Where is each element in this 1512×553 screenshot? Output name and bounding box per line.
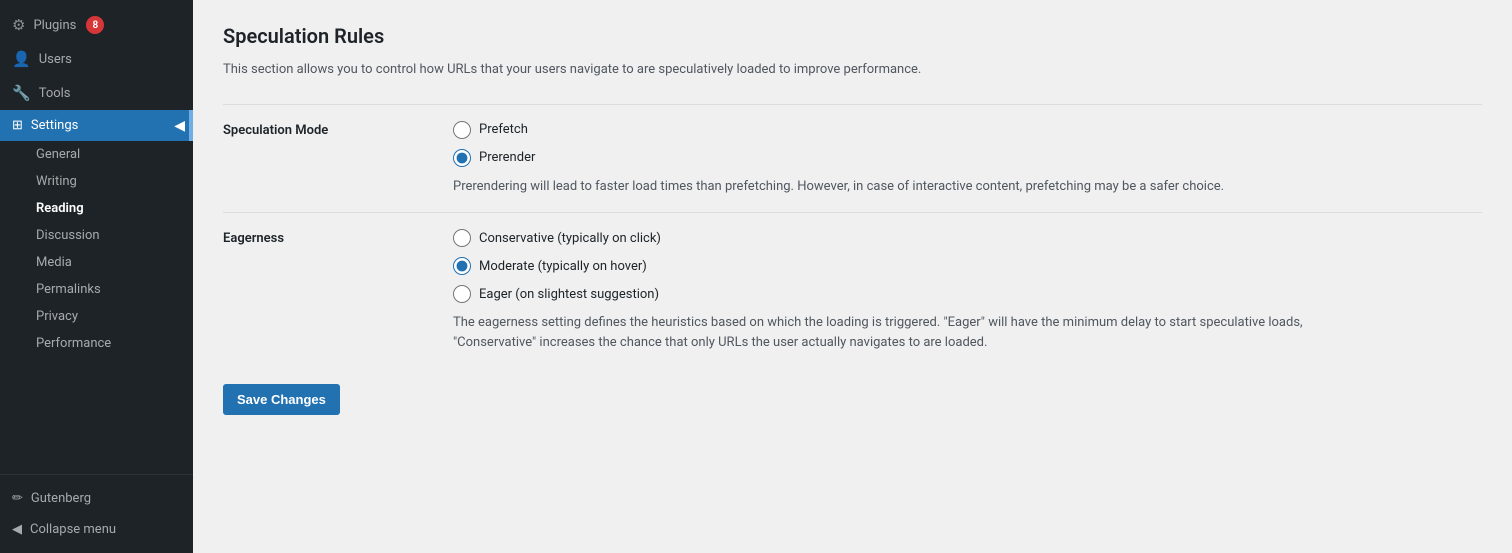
plugins-icon xyxy=(12,16,25,34)
sidebar-item-general[interactable]: General xyxy=(0,141,193,168)
moderate-label: Moderate (typically on hover) xyxy=(479,259,647,274)
sidebar-item-settings-label: Settings xyxy=(31,118,78,133)
plugins-badge: 8 xyxy=(86,16,104,34)
sidebar-item-writing[interactable]: Writing xyxy=(0,168,193,195)
prerender-radio[interactable] xyxy=(453,149,471,167)
eagerness-help: The eagerness setting defines the heuris… xyxy=(453,313,1353,352)
sidebar-bottom: Gutenberg Collapse menu xyxy=(0,474,193,553)
sidebar-item-tools-label: Tools xyxy=(39,86,71,101)
main-content: Speculation Rules This section allows yo… xyxy=(193,0,1512,553)
users-icon xyxy=(12,50,31,68)
sidebar-item-permalinks[interactable]: Permalinks xyxy=(0,276,193,303)
sidebar-item-reading[interactable]: Reading xyxy=(0,195,193,222)
speculation-mode-row: Speculation Mode Prefetch Prerender Prer… xyxy=(223,104,1482,213)
sidebar-item-gutenberg[interactable]: Gutenberg xyxy=(0,483,193,514)
moderate-option[interactable]: Moderate (typically on hover) xyxy=(453,257,1482,275)
eagerness-label: Eagerness xyxy=(223,229,453,246)
speculation-mode-help: Prerendering will lead to faster load ti… xyxy=(453,177,1353,197)
gutenberg-icon xyxy=(12,491,23,506)
conservative-radio[interactable] xyxy=(453,229,471,247)
sidebar-item-performance[interactable]: Performance xyxy=(0,330,193,357)
sidebar-item-plugins-label: Plugins xyxy=(33,18,76,33)
prerender-option[interactable]: Prerender xyxy=(453,149,1482,167)
sidebar-item-collapse[interactable]: Collapse menu xyxy=(0,514,193,545)
prerender-label: Prerender xyxy=(479,150,535,165)
eager-option[interactable]: Eager (on slightest suggestion) xyxy=(453,285,1482,303)
sidebar-item-users[interactable]: Users xyxy=(0,42,193,76)
sidebar: Plugins 8 Users Tools Settings ◀ General… xyxy=(0,0,193,553)
sidebar-top-menu: Plugins 8 Users Tools Settings ◀ General… xyxy=(0,0,193,357)
conservative-option[interactable]: Conservative (typically on click) xyxy=(453,229,1482,247)
sidebar-item-privacy[interactable]: Privacy xyxy=(0,303,193,330)
sidebar-item-media[interactable]: Media xyxy=(0,249,193,276)
sidebar-item-settings[interactable]: Settings ◀ xyxy=(0,110,193,141)
collapse-icon xyxy=(12,522,22,537)
conservative-label: Conservative (typically on click) xyxy=(479,231,661,246)
settings-submenu: General Writing Reading Discussion Media… xyxy=(0,141,193,357)
eager-radio[interactable] xyxy=(453,285,471,303)
sidebar-item-discussion[interactable]: Discussion xyxy=(0,222,193,249)
sidebar-item-gutenberg-label: Gutenberg xyxy=(31,491,91,506)
sidebar-item-tools[interactable]: Tools xyxy=(0,76,193,110)
eagerness-control: Conservative (typically on click) Modera… xyxy=(453,229,1482,352)
prefetch-radio[interactable] xyxy=(453,121,471,139)
eager-label: Eager (on slightest suggestion) xyxy=(479,287,659,302)
eagerness-row: Eagerness Conservative (typically on cli… xyxy=(223,212,1482,368)
settings-table: Speculation Mode Prefetch Prerender Prer… xyxy=(223,104,1482,369)
save-changes-button[interactable]: Save Changes xyxy=(223,384,340,415)
page-description: This section allows you to control how U… xyxy=(223,60,1482,80)
sidebar-item-users-label: Users xyxy=(39,52,72,67)
prefetch-option[interactable]: Prefetch xyxy=(453,121,1482,139)
speculation-mode-control: Prefetch Prerender Prerendering will lea… xyxy=(453,121,1482,197)
sidebar-item-plugins[interactable]: Plugins 8 xyxy=(0,8,193,42)
moderate-radio[interactable] xyxy=(453,257,471,275)
chevron-left-icon: ◀ xyxy=(174,118,185,134)
settings-icon xyxy=(12,118,23,133)
prefetch-label: Prefetch xyxy=(479,122,528,137)
page-title: Speculation Rules xyxy=(223,24,1482,48)
sidebar-item-collapse-label: Collapse menu xyxy=(30,522,116,537)
speculation-mode-label: Speculation Mode xyxy=(223,121,453,138)
tools-icon xyxy=(12,84,31,102)
